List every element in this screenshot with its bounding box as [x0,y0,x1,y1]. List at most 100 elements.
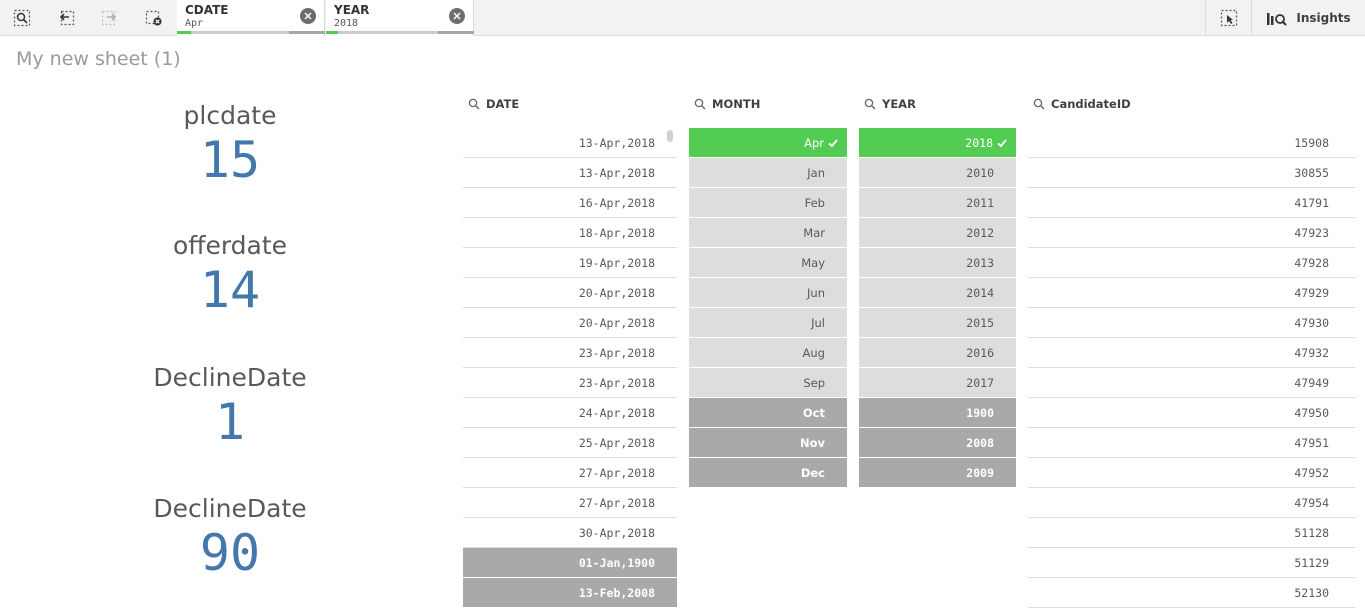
list-item[interactable]: 27-Apr,2018 [463,488,677,518]
pane-header[interactable]: CandidateID [1028,92,1355,116]
list-item[interactable]: Mar [689,218,847,248]
list-item-value: 47952 [1294,465,1329,480]
pane-header[interactable]: DATE [463,92,677,116]
list-item[interactable]: 47952 [1028,458,1355,488]
list-item[interactable]: Apr [689,128,847,158]
list-item[interactable]: 30855 [1028,158,1355,188]
list-item-value: 23-Apr,2018 [578,375,655,390]
list-item[interactable]: 2018 [859,128,1016,158]
kpi-offerdate[interactable]: offerdate 14 [20,231,440,319]
list-item[interactable]: 16-Apr,2018 [463,188,677,218]
list-item[interactable]: 20-Apr,2018 [463,278,677,308]
list-item-value: 23-Apr,2018 [578,345,655,360]
kpi-declinedate-2[interactable]: DeclineDate 90 [20,494,440,582]
list-item[interactable]: 18-Apr,2018 [463,218,677,248]
list-item[interactable]: 47928 [1028,248,1355,278]
list-item-value: 52130 [1294,585,1329,600]
step-forward-button[interactable] [97,5,123,31]
list-item[interactable]: 13-Apr,2018 [463,158,677,188]
list-item[interactable]: 51128 [1028,518,1355,548]
list-item[interactable]: 13-Apr,2018 [463,128,677,158]
list-item[interactable]: 2015 [859,308,1016,338]
list-item[interactable]: 01-Jan,1900 [463,548,677,578]
insights-button[interactable]: Insights [1251,0,1365,36]
list-item[interactable]: 27-Apr,2018 [463,458,677,488]
list-item-value: 19-Apr,2018 [578,255,655,270]
list-item-value: 51129 [1294,555,1329,570]
list-item[interactable]: 1900 [859,398,1016,428]
list-item[interactable]: 2012 [859,218,1016,248]
list-item[interactable]: Nov [689,428,847,458]
list-item[interactable]: Aug [689,338,847,368]
list-item[interactable]: 41791 [1028,188,1355,218]
list-item[interactable]: 15908 [1028,128,1355,158]
chip-field-name: YEAR [334,3,370,17]
clear-selection-button[interactable] [300,8,316,24]
scrollbar-thumb[interactable] [667,130,673,142]
list-item[interactable]: 2013 [859,248,1016,278]
list-item[interactable]: 2008 [859,428,1016,458]
smart-search-icon [13,9,31,27]
kpi-declinedate[interactable]: DeclineDate 1 [20,363,440,451]
search-icon [1033,98,1045,110]
pane-header[interactable]: MONTH [689,92,847,116]
selection-chip-year[interactable]: YEAR 2018 [326,0,474,36]
chip-field-value: 2018 [334,18,359,29]
insights-icon [1267,13,1288,26]
list-item-value: 47929 [1294,285,1329,300]
kpi-value: 1 [214,393,246,451]
clear-selection-button[interactable] [449,8,465,24]
insights-label: Insights [1296,11,1351,25]
list-item[interactable]: 25-Apr,2018 [463,428,677,458]
list-item[interactable]: 19-Apr,2018 [463,248,677,278]
list-item[interactable]: 2011 [859,188,1016,218]
list-item[interactable]: 51129 [1028,548,1355,578]
list-item[interactable]: Dec [689,458,847,488]
list-item[interactable]: 47949 [1028,368,1355,398]
pane-header[interactable]: YEAR [859,92,1016,116]
list-item[interactable]: 52130 [1028,578,1355,608]
pane-title: MONTH [712,97,761,111]
smart-search-button[interactable] [9,5,35,31]
list-item-value: 24-Apr,2018 [578,405,655,420]
list-item[interactable]: 30-Apr,2018 [463,518,677,548]
kpi-label: offerdate [172,231,288,260]
list-item[interactable]: 47932 [1028,338,1355,368]
list-item-value: 41791 [1294,195,1329,210]
filter-pane-year: YEAR 2018 2010 2011 2012 2013 2014 2015 2016 201… [859,92,1016,492]
list-item[interactable]: 13-Feb,2008 [463,578,677,608]
list-item-value: 2013 [966,255,994,270]
list-item[interactable]: Feb [689,188,847,218]
list-item[interactable]: 2016 [859,338,1016,368]
selection-chip-cdate[interactable]: CDATE Apr [177,0,325,36]
list-item[interactable]: 20-Apr,2018 [463,308,677,338]
list-item[interactable]: May [689,248,847,278]
list-item[interactable]: 47923 [1028,218,1355,248]
list-item[interactable]: 23-Apr,2018 [463,338,677,368]
list-item[interactable]: 2009 [859,458,1016,488]
list-item-value: Sep [803,375,825,390]
list-item[interactable]: Jan [689,158,847,188]
list-item[interactable]: 23-Apr,2018 [463,368,677,398]
list-item[interactable]: Sep [689,368,847,398]
list-item-value: 27-Apr,2018 [578,465,655,480]
right-tools: Insights [1205,0,1365,36]
list-item[interactable]: 47950 [1028,398,1355,428]
selections-tool-button[interactable] [1205,0,1251,36]
list-item[interactable]: Jun [689,278,847,308]
list-item[interactable]: 24-Apr,2018 [463,398,677,428]
list-item-value: 13-Apr,2018 [578,135,655,150]
list-item[interactable]: Oct [689,398,847,428]
kpi-plcdate[interactable]: plcdate 15 [20,101,440,189]
list-item[interactable]: 47954 [1028,488,1355,518]
list-item[interactable]: 47951 [1028,428,1355,458]
list-item[interactable]: 2014 [859,278,1016,308]
clear-selections-button[interactable] [141,5,167,31]
list-item[interactable]: 47929 [1028,278,1355,308]
selection-state-bar [326,31,474,34]
step-back-button[interactable] [53,5,79,31]
list-item[interactable]: Jul [689,308,847,338]
list-item[interactable]: 2010 [859,158,1016,188]
list-item[interactable]: 2017 [859,368,1016,398]
list-item[interactable]: 47930 [1028,308,1355,338]
